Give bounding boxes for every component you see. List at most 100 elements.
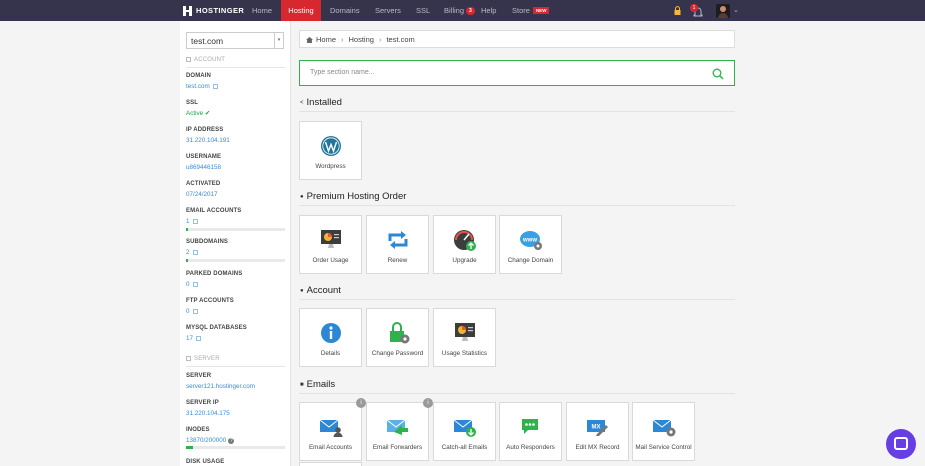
hostinger-logo-icon <box>183 5 192 16</box>
info-badge-icon[interactable]: i <box>423 398 433 408</box>
checkmark-icon: ✔ <box>204 110 211 117</box>
tile-order-usage[interactable]: Order Usage <box>299 215 362 274</box>
field-label: SERVER <box>186 373 212 379</box>
tile-upgrade[interactable]: Upgrade <box>433 215 496 274</box>
field-label: IP ADDRESS <box>186 127 224 133</box>
nav-ssl[interactable]: SSL <box>416 0 430 21</box>
nav-label: Hosting <box>288 6 314 15</box>
field-label: EMAIL ACCOUNTS <box>186 208 242 214</box>
info-badge-icon[interactable]: i <box>356 398 366 408</box>
lock-gear-icon <box>390 322 410 344</box>
username-value[interactable]: u869446158 <box>186 164 221 171</box>
tile-label: Upgrade <box>452 257 477 264</box>
section-title-emails: ■ Emails <box>300 379 335 390</box>
parked-domains-link[interactable]: 0 <box>186 281 198 288</box>
external-link-icon <box>192 282 198 287</box>
subdomains-link[interactable]: 2 <box>186 249 198 256</box>
heading-text: SERVER <box>194 356 220 362</box>
chat-widget-button[interactable] <box>886 429 916 459</box>
breadcrumb-hosting[interactable]: Hosting <box>349 35 374 44</box>
help-icon[interactable]: ? <box>228 438 235 444</box>
hostinger-logo[interactable]: HOSTINGER <box>183 0 244 21</box>
tile-mail-service-control[interactable]: Mail Service Control <box>632 402 695 461</box>
tile-catch-all-emails[interactable]: Catch-all Emails <box>433 402 496 461</box>
tile-next-row[interactable] <box>299 462 362 466</box>
tile-edit-mx-record[interactable]: MX Edit MX Record <box>566 402 629 461</box>
tile-details[interactable]: Details <box>299 308 362 367</box>
breadcrumb-home[interactable]: Home <box>316 35 336 44</box>
tile-change-domain[interactable]: www Change Domain <box>499 215 562 274</box>
tile-label: Catch-all Emails <box>441 444 488 451</box>
divider <box>186 366 285 367</box>
usage-fill <box>186 259 188 262</box>
email-accounts-icon <box>319 419 343 437</box>
tile-renew[interactable]: Renew <box>366 215 429 274</box>
external-link-icon <box>192 309 198 314</box>
server-heading: SERVER <box>186 356 220 362</box>
tile-label: Usage Statistics <box>441 350 488 357</box>
breadcrumb: Home › Hosting › test.com <box>299 30 735 48</box>
info-icon <box>321 323 341 343</box>
ssl-status: Active ✔ <box>186 110 210 117</box>
nav-servers[interactable]: Servers <box>375 0 401 21</box>
tile-label: Details <box>320 350 341 357</box>
section-title-text: Premium Hosting Order <box>306 191 407 202</box>
server-value[interactable]: server121.hostinger.com <box>186 383 255 390</box>
selected-domain: test.com <box>191 36 224 46</box>
nav-home[interactable]: Home <box>252 0 272 21</box>
chevron-down-icon[interactable]: ⌄ <box>733 6 739 14</box>
search-icon[interactable] <box>712 68 724 80</box>
tile-email-accounts[interactable]: Email Accounts i <box>299 398 366 461</box>
lock-icon[interactable] <box>674 6 681 15</box>
email-accounts-usage-bar <box>186 228 285 231</box>
ip-address-value[interactable]: 31.220.104.191 <box>186 137 230 144</box>
email-accounts-link[interactable]: 1 <box>186 218 198 225</box>
domain-select[interactable]: test.com ▾ <box>186 32 284 49</box>
tile-usage-statistics[interactable]: Usage Statistics <box>433 308 496 367</box>
value-text: 0 <box>186 308 190 315</box>
www-label: www <box>522 238 537 244</box>
nav-billing[interactable]: Billing 3 <box>444 0 475 21</box>
nav-hosting[interactable]: Hosting <box>281 0 321 21</box>
domain-link[interactable]: test.com <box>186 83 218 90</box>
envelope-icon: ■ <box>300 382 304 388</box>
auto-responders-icon <box>522 419 538 434</box>
wordpress-icon <box>321 136 341 156</box>
dropdown-arrow-icon: ▾ <box>274 33 283 48</box>
account-heading: ACCOUNT <box>186 57 225 63</box>
section-title-text: Account <box>306 285 341 296</box>
nav-domains[interactable]: Domains <box>330 0 360 21</box>
section-title-installed: < Installed <box>300 97 342 108</box>
section-title-account: ● Account <box>300 285 341 296</box>
tile-label: Wordpress <box>315 163 346 170</box>
nav-store[interactable]: Store NEW <box>512 0 550 21</box>
nav-label: Billing <box>444 6 465 15</box>
nav-label: Store <box>512 6 530 15</box>
tile-label: Renew <box>387 257 408 264</box>
upgrade-icon <box>454 230 476 251</box>
usage-fill <box>186 446 193 449</box>
server-ip-value[interactable]: 31.220.104.175 <box>186 410 230 417</box>
tile-email-forwarders[interactable]: Email Forwarders i <box>366 398 433 461</box>
tile-change-password[interactable]: Change Password <box>366 308 429 367</box>
ftp-accounts-link[interactable]: 0 <box>186 308 198 315</box>
notifications-bell[interactable]: 1 <box>690 4 704 17</box>
usage-fill <box>186 228 188 231</box>
tile-auto-responders[interactable]: Auto Responders <box>499 402 562 461</box>
value-text: 1 <box>186 218 190 225</box>
section-search-input[interactable]: Type section name... <box>299 60 735 86</box>
tile-wordpress[interactable]: Wordpress <box>299 121 362 180</box>
home-icon <box>306 37 313 43</box>
inodes-value: 13870/200000? <box>186 437 235 444</box>
nav-help[interactable]: Help <box>481 0 496 21</box>
value-text: 13870/200000 <box>186 437 227 444</box>
user-avatar[interactable] <box>716 4 730 18</box>
divider <box>299 393 735 394</box>
section-title-premium-hosting-order: ● Premium Hosting Order <box>300 191 406 202</box>
search-placeholder: Type section name... <box>310 69 375 76</box>
mx-record-icon: MX <box>587 420 608 436</box>
stats-icon <box>455 323 475 341</box>
nav-label: SSL <box>416 6 431 15</box>
chat-bubble-icon <box>894 437 908 450</box>
mysql-databases-link[interactable]: 17 <box>186 335 202 342</box>
